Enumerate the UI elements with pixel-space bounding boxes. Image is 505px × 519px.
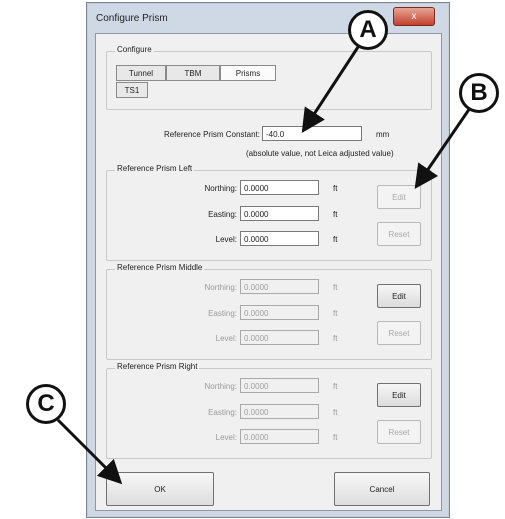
- arrow-c: [56, 418, 123, 485]
- callout-c: C: [26, 384, 66, 424]
- callout-arrows: [56, 43, 472, 485]
- callout-a: A: [348, 10, 388, 50]
- arrow-b: [414, 107, 472, 189]
- arrow-a: [301, 43, 362, 134]
- callout-b: B: [459, 73, 499, 113]
